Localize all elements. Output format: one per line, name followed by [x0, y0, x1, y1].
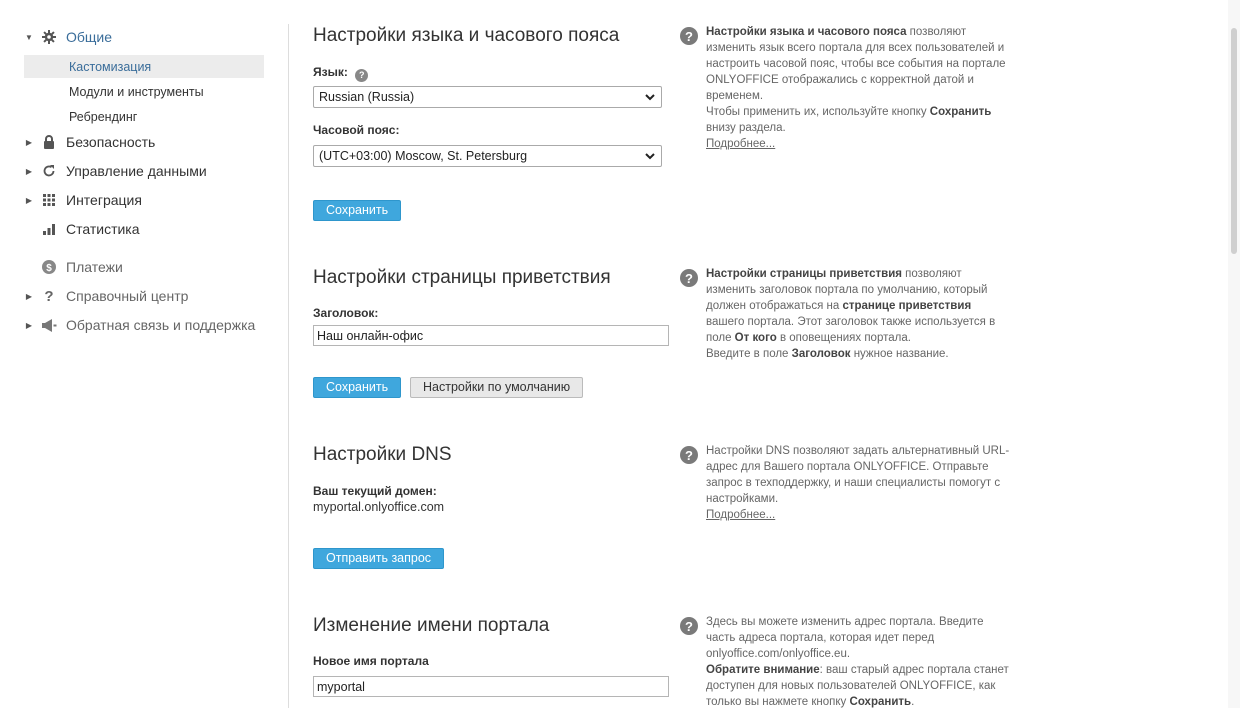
language-label: Язык: ? — [313, 65, 369, 82]
portal-name-input[interactable] — [313, 676, 669, 697]
help-icon: ? — [680, 617, 698, 635]
language-select[interactable]: Russian (Russia) — [313, 86, 662, 108]
caret-right-icon: ▶ — [25, 320, 33, 330]
sidebar-group-label: Общие — [66, 29, 113, 45]
sidebar-item-customization[interactable]: Кастомизация — [24, 55, 264, 78]
sidebar-item-modules[interactable]: Модули и инструменты — [24, 80, 264, 103]
sidebar-group-security[interactable]: ▶ Безопасность — [24, 134, 264, 150]
language-help-text: Настройки языка и часового пояса позволя… — [706, 26, 1006, 150]
sidebar-group-integration[interactable]: ▶ Интеграция — [24, 192, 264, 208]
sidebar-item-label: Кастомизация — [69, 59, 152, 74]
current-domain-value: myportal.onlyoffice.com — [313, 500, 445, 514]
timezone-select[interactable]: (UTC+03:00) Moscow, St. Petersburg — [313, 145, 662, 167]
sidebar-group-general[interactable]: ▼ Общие — [24, 29, 264, 45]
question-icon: ? — [44, 287, 54, 305]
chevron-down-icon — [645, 94, 655, 101]
sidebar-group-label: Управление данными — [66, 163, 207, 179]
sidebar-group-payments[interactable]: $ Платежи — [24, 259, 264, 275]
timezone-select-value: (UTC+03:00) Moscow, St. Petersburg — [319, 149, 528, 163]
help-icon: ? — [680, 269, 698, 287]
scrollbar-thumb[interactable] — [1231, 28, 1237, 254]
caret-right-icon: ▶ — [25, 137, 33, 147]
language-select-value: Russian (Russia) — [319, 90, 415, 104]
sidebar-group-help-center[interactable]: ▶ ? Справочный центр — [24, 287, 264, 305]
sidebar-divider — [288, 24, 289, 708]
sidebar-group-label: Интеграция — [66, 192, 142, 208]
megaphone-icon — [40, 317, 58, 333]
lock-icon — [40, 134, 58, 150]
bar-chart-icon — [40, 221, 58, 237]
save-language-button[interactable]: Сохранить — [313, 200, 402, 221]
sidebar-group-label: Безопасность — [66, 134, 156, 150]
language-label-text: Язык: — [313, 65, 348, 79]
header-input[interactable] — [313, 325, 669, 346]
section-title-welcome: Настройки страницы приветствия — [313, 267, 611, 288]
sidebar-group-label: Справочный центр — [66, 288, 189, 304]
gear-icon — [40, 29, 58, 45]
help-icon: ? — [680, 27, 698, 45]
caret-right-icon: ▶ — [25, 291, 33, 301]
sidebar-item-rebranding[interactable]: Ребрендинг — [24, 105, 264, 128]
section-title-language: Настройки языка и часового пояса — [313, 25, 620, 46]
help-icon: ? — [680, 446, 698, 464]
timezone-label: Часовой пояс: — [313, 123, 400, 137]
sidebar-group-label: Обратная связь и поддержка — [66, 317, 256, 333]
more-link[interactable]: Подробнее... — [706, 509, 775, 521]
svg-text:$: $ — [46, 263, 52, 274]
refresh-icon — [40, 163, 58, 179]
sidebar-group-feedback[interactable]: ▶ Обратная связь и поддержка — [24, 317, 264, 333]
rename-help-text: Здесь вы можете изменить адрес портала. … — [706, 616, 1009, 708]
sidebar-group-data-management[interactable]: ▶ Управление данными — [24, 163, 264, 179]
sidebar-group-label: Платежи — [66, 259, 123, 275]
help-icon[interactable]: ? — [355, 68, 369, 82]
sidebar-group-statistics[interactable]: Статистика — [24, 221, 264, 237]
sidebar-item-label: Ребрендинг — [69, 109, 138, 124]
sidebar-item-label: Модули и инструменты — [69, 84, 204, 99]
sidebar-group-label: Статистика — [66, 221, 140, 237]
dns-help-text: Настройки DNS позволяют задать альтернат… — [706, 445, 1010, 521]
section-title-dns: Настройки DNS — [313, 444, 452, 465]
send-request-button[interactable]: Отправить запрос — [313, 548, 445, 569]
welcome-help-text: Настройки страницы приветствия позволяют… — [706, 268, 996, 360]
caret-right-icon: ▶ — [25, 166, 33, 176]
current-domain-label: Ваш текущий домен: — [313, 484, 437, 498]
more-link[interactable]: Подробнее... — [706, 138, 775, 150]
header-label: Заголовок: — [313, 306, 379, 320]
grid-icon — [40, 192, 58, 208]
save-welcome-button[interactable]: Сохранить — [313, 377, 402, 398]
caret-right-icon: ▶ — [25, 195, 33, 205]
restore-defaults-button[interactable]: Настройки по умолчанию — [410, 377, 584, 398]
caret-down-icon: ▼ — [25, 32, 33, 42]
chevron-down-icon — [645, 153, 655, 160]
new-portal-name-label: Новое имя портала — [313, 654, 429, 668]
section-title-rename: Изменение имени портала — [313, 615, 550, 636]
dollar-icon: $ — [40, 259, 58, 275]
